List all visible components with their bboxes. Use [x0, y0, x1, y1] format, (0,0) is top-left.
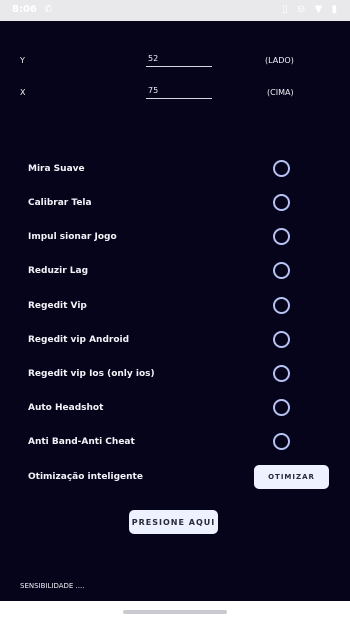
radio-mira-suave[interactable] [273, 160, 290, 177]
radio-reduzir-lag[interactable] [273, 262, 290, 279]
phone-icon: ✆ [44, 4, 53, 15]
option-label-calibrar-tela: Calibrar Tela [28, 198, 92, 208]
radio-impulsionar-jogo[interactable] [273, 228, 290, 245]
option-label-anti-band: Anti Band-Anti Cheat [28, 437, 135, 447]
radio-regedit-vip-android[interactable] [273, 331, 290, 348]
status-icons: ▯ ⊖ ▼ ▮ [282, 4, 340, 15]
radio-regedit-vip[interactable] [273, 297, 290, 314]
optimize-label: Otimização inteligente [28, 472, 143, 482]
x-input[interactable]: 75 [146, 86, 212, 99]
y-label: Y [20, 56, 25, 65]
optimize-button[interactable]: OTIMIZAR [254, 465, 329, 489]
option-label-reduzir-lag: Reduzir Lag [28, 266, 89, 276]
sensitivity-label: SENSIBILIDADE .... [20, 582, 85, 590]
app-screen: Y 52 (LADO) X 75 (CIMA) Mira Suave Calib… [0, 21, 350, 601]
option-label-regedit-vip-ios: Regedit vip Ios (only ios) [28, 369, 155, 379]
navigation-bar [0, 601, 350, 622]
y-side-label: (LADO) [265, 56, 294, 65]
press-here-button[interactable]: PRESIONE AQUI [129, 510, 218, 534]
status-time: 8:06 [12, 4, 37, 15]
dnd-icon: ⊖ [297, 4, 309, 15]
home-handle[interactable] [123, 610, 227, 614]
wifi-icon: ▼ [314, 4, 326, 15]
radio-calibrar-tela[interactable] [273, 194, 290, 211]
option-label-auto-headshot: Auto Headshot [28, 403, 104, 413]
radio-anti-band[interactable] [273, 433, 290, 450]
radio-auto-headshot[interactable] [273, 399, 290, 416]
y-input[interactable]: 52 [146, 54, 212, 67]
x-label: X [20, 88, 26, 97]
battery-icon: ▮ [331, 4, 340, 15]
option-label-regedit-vip: Regedit Vip [28, 301, 87, 311]
radio-regedit-vip-ios[interactable] [273, 365, 290, 382]
x-side-label: (CIMA) [267, 88, 294, 97]
vibrate-icon: ▯ [282, 4, 291, 15]
option-label-impulsionar-jogo: Impul sionar Jogo [28, 232, 117, 242]
option-label-regedit-vip-android: Regedit vip Android [28, 335, 130, 345]
status-bar: 8:06 ✆ ▯ ⊖ ▼ ▮ [0, 0, 350, 21]
option-label-mira-suave: Mira Suave [28, 164, 85, 174]
